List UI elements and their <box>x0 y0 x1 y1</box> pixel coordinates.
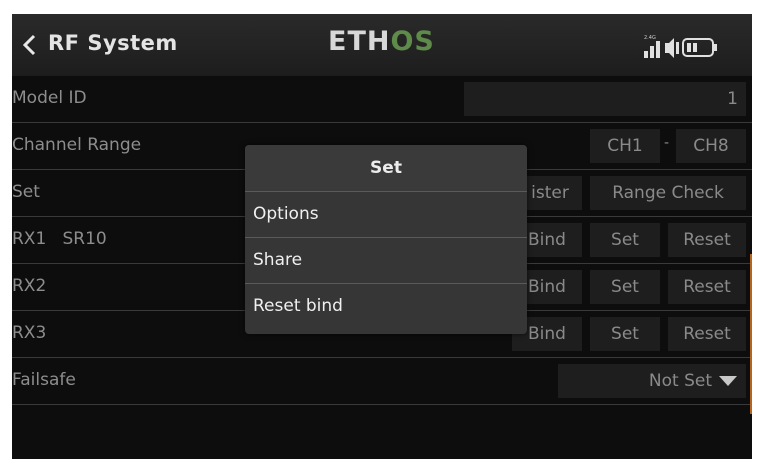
status-icons: 2.4G <box>632 32 750 60</box>
model-id-field[interactable]: 1 <box>464 82 746 116</box>
failsafe-label: Failsafe <box>12 370 76 390</box>
channel-range-label: Channel Range <box>12 135 142 155</box>
rx2-set-button[interactable]: Set <box>590 270 660 304</box>
rx3-label: RX3 <box>12 323 47 343</box>
range-check-button[interactable]: Range Check <box>590 176 746 210</box>
rx1-reset-button[interactable]: Reset <box>668 223 746 257</box>
back-button[interactable] <box>18 28 44 62</box>
row-failsafe: Failsafe Not Set <box>12 358 752 405</box>
ethos-screen: RF System ETHOS 2.4G Model ID 1 Channel … <box>12 14 752 459</box>
channel-range-separator: - <box>664 135 670 151</box>
ethos-logo: ETHOS <box>328 26 435 57</box>
signal-icon: 2.4G <box>644 35 660 58</box>
chevron-down-icon <box>719 376 737 386</box>
rx2-label: RX2 <box>12 276 47 296</box>
model-id-label: Model ID <box>12 88 87 108</box>
battery-icon <box>682 38 717 57</box>
volume-icon <box>665 38 679 58</box>
failsafe-value: Not Set <box>648 371 712 391</box>
scrollbar[interactable] <box>750 254 752 414</box>
menu-item-reset-bind[interactable]: Reset bind <box>245 284 527 330</box>
rx1-set-button[interactable]: Set <box>590 223 660 257</box>
popup-title: Set <box>245 145 527 192</box>
rx3-reset-button[interactable]: Reset <box>668 317 746 351</box>
page-title: RF System <box>48 31 178 55</box>
row-model-id: Model ID 1 <box>12 76 752 123</box>
register-button[interactable]: ister <box>518 176 582 210</box>
rx2-reset-button[interactable]: Reset <box>668 270 746 304</box>
menu-item-share[interactable]: Share <box>245 238 527 284</box>
set-popup-menu: Set Options Share Reset bind <box>245 145 527 334</box>
rx3-set-button[interactable]: Set <box>590 317 660 351</box>
chevron-left-icon <box>22 34 36 56</box>
failsafe-dropdown[interactable]: Not Set <box>558 364 746 398</box>
channel-to-field[interactable]: CH8 <box>676 129 746 163</box>
menu-item-options[interactable]: Options <box>245 192 527 238</box>
channel-from-field[interactable]: CH1 <box>590 129 660 163</box>
svg-text:2.4G: 2.4G <box>644 35 656 41</box>
header-bar: RF System ETHOS 2.4G <box>12 14 752 76</box>
rx1-label: RX1 SR10 <box>12 229 107 249</box>
set-label: Set <box>12 182 40 202</box>
